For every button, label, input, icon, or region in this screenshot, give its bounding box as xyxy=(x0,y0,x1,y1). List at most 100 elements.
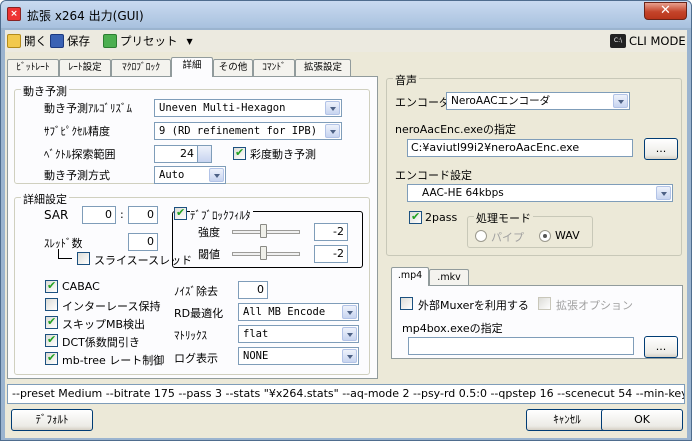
deblock-threshold-thumb[interactable] xyxy=(260,246,267,260)
preset-button[interactable]: プリセット ▼ xyxy=(103,32,193,50)
tab-mp4[interactable]: .mp4 xyxy=(391,267,429,286)
tree-line xyxy=(58,258,72,259)
twopass-label: 2pass xyxy=(425,211,458,224)
tab-other[interactable]: その他 xyxy=(213,59,253,76)
process-mode-title: 処理モード xyxy=(474,210,533,226)
tab-detail[interactable]: 詳細 xyxy=(171,57,213,77)
title-bar[interactable]: × 拡張 x264 出力(GUI) ✕ xyxy=(1,1,691,28)
audio-group-title: 音声 xyxy=(393,72,419,88)
me-algorithm-value: Uneven Multi-Hexagon xyxy=(159,102,286,114)
tree-line xyxy=(58,249,59,258)
chevron-down-icon xyxy=(613,94,628,108)
mbtree-label: mb-tree レート制御 xyxy=(62,354,165,367)
tab-command[interactable]: ｺﾏﾝﾄﾞ xyxy=(253,59,295,76)
cabac-checkbox[interactable] xyxy=(45,279,58,293)
pipe-radio[interactable] xyxy=(475,230,487,242)
command-line-preview[interactable]: --preset Medium --bitrate 175 --pass 3 -… xyxy=(7,384,685,404)
me-algorithm-select[interactable]: Uneven Multi-Hexagon xyxy=(154,99,342,117)
deblock-threshold-input[interactable]: -2 xyxy=(314,245,348,263)
motion-group-title: 動き予測 xyxy=(21,83,69,99)
noise-reduction-input[interactable]: 0 xyxy=(238,281,268,299)
preset-icon xyxy=(103,34,117,48)
cabac-label: CABAC xyxy=(62,280,100,293)
deblock-strength-thumb[interactable] xyxy=(260,224,267,238)
chevron-down-icon xyxy=(342,349,357,363)
cli-mode-button[interactable]: C:\ CLI MODE xyxy=(610,32,686,50)
interlace-checkbox[interactable] xyxy=(45,298,58,311)
me-range-label: ﾍﾞｸﾄﾙ探索範囲 xyxy=(44,148,116,161)
audio-exe-path-input[interactable]: C:¥aviutl99i2¥neroAacEnc.exe xyxy=(407,139,633,157)
me-range-input[interactable]: 24 xyxy=(154,145,198,163)
matrix-select[interactable]: flat xyxy=(238,325,359,343)
chevron-down-icon xyxy=(325,124,340,138)
chevron-down-icon xyxy=(342,305,357,319)
audio-encoder-value: NeroAACエンコーダ xyxy=(451,95,551,107)
mbtree-checkbox[interactable] xyxy=(45,351,58,365)
chevron-down-icon: ▼ xyxy=(186,36,193,46)
wav-radio[interactable] xyxy=(539,230,551,242)
me-method-value: Auto xyxy=(159,169,185,181)
deblock-strength-label: 強度 xyxy=(198,226,220,239)
encode-setting-select[interactable]: AAC-HE 64kbps xyxy=(407,184,673,202)
cancel-button[interactable]: ｷｬﾝｾﾙ xyxy=(526,409,608,431)
encode-setting-label: エンコード設定 xyxy=(395,169,472,182)
wav-label: WAV xyxy=(555,229,580,242)
me-method-select[interactable]: Auto xyxy=(154,166,226,184)
window-title: 拡張 x264 出力(GUI) xyxy=(27,9,144,23)
ok-button[interactable]: OK xyxy=(601,409,683,431)
folder-icon xyxy=(7,34,21,48)
audio-encoder-select[interactable]: NeroAACエンコーダ xyxy=(446,92,630,110)
external-muxer-checkbox[interactable] xyxy=(400,297,413,310)
chroma-me-label: 彩度動き予測 xyxy=(250,148,316,161)
noise-reduction-label: ﾉｲｽﾞ除去 xyxy=(174,285,218,298)
twopass-checkbox[interactable] xyxy=(409,210,422,224)
preset-label: プリセット xyxy=(120,34,178,48)
close-button[interactable]: ✕ xyxy=(644,2,687,20)
log-level-label: ログ表示 xyxy=(174,352,218,365)
app-window: × 拡張 x264 出力(GUI) ✕ 開く 保存 プリセット ▼ C:\ CL… xyxy=(0,0,692,441)
deblock-strength-input[interactable]: -2 xyxy=(314,223,348,241)
audio-exe-label: neroAacEnc.exeの指定 xyxy=(395,123,517,136)
detail-panel: 動き予測 動き予測ｱﾙｺﾞﾘｽﾞﾑ Uneven Multi-Hexagon ｻ… xyxy=(7,76,378,379)
audio-exe-browse-button[interactable]: ... xyxy=(644,138,678,160)
save-label: 保存 xyxy=(67,34,90,48)
sar-y-input[interactable]: 0 xyxy=(128,206,158,224)
mp4box-browse-button[interactable]: ... xyxy=(644,336,678,358)
tab-macroblock[interactable]: ﾏｸﾛﾌﾞﾛｯｸ xyxy=(111,59,171,76)
me-method-label: 動き予測方式 xyxy=(44,169,110,182)
sliced-threads-checkbox[interactable] xyxy=(77,252,90,265)
deblock-checkbox[interactable] xyxy=(174,206,187,220)
tab-mkv[interactable]: .mkv xyxy=(429,269,469,286)
chroma-me-checkbox[interactable] xyxy=(233,146,246,160)
mux-panel: 外部Muxerを利用する 拡張オプション mp4box.exeの指定 ... xyxy=(391,285,683,359)
tab-rate-settings[interactable]: ﾚｰﾄ設定 xyxy=(59,59,111,76)
mp4box-label: mp4box.exeの指定 xyxy=(402,322,503,335)
tab-bitrate[interactable]: ﾋﾞｯﾄﾚｰﾄ xyxy=(7,59,59,76)
chevron-down-icon xyxy=(656,186,671,200)
me-range-spinner[interactable] xyxy=(198,145,212,163)
open-button[interactable]: 開く xyxy=(7,32,47,50)
me-algorithm-label: 動き予測ｱﾙｺﾞﾘｽﾞﾑ xyxy=(44,102,132,115)
log-level-value: NONE xyxy=(243,350,269,362)
ext-option-checkbox[interactable] xyxy=(538,297,551,310)
default-button[interactable]: ﾃﾞﾌｫﾙﾄ xyxy=(11,409,93,431)
sar-x-input[interactable]: 0 xyxy=(82,206,116,224)
save-button[interactable]: 保存 xyxy=(50,32,90,50)
chevron-down-icon xyxy=(209,168,224,182)
save-disk-icon xyxy=(50,34,64,48)
subpel-select[interactable]: 9 (RD refinement for IPB) xyxy=(154,122,342,140)
skip-mb-checkbox[interactable] xyxy=(45,315,58,329)
interlace-label: インターレース保持 xyxy=(62,300,161,313)
log-level-select[interactable]: NONE xyxy=(238,347,359,365)
toolbar: 開く 保存 プリセット ▼ C:\ CLI MODE xyxy=(5,30,687,52)
dct-decimate-checkbox[interactable] xyxy=(45,333,58,347)
mp4box-path-input[interactable] xyxy=(408,337,634,355)
matrix-label: ﾏﾄﾘｯｸｽ xyxy=(174,329,207,342)
chevron-down-icon xyxy=(342,327,357,341)
app-icon: × xyxy=(7,7,21,21)
dct-decimate-label: DCT係数間引き xyxy=(62,336,140,349)
rdo-select[interactable]: All MB Encode xyxy=(238,303,359,321)
threads-input[interactable]: 0 xyxy=(128,233,158,251)
sar-label: SAR xyxy=(44,208,69,222)
tab-extended[interactable]: 拡張設定 xyxy=(295,59,351,76)
